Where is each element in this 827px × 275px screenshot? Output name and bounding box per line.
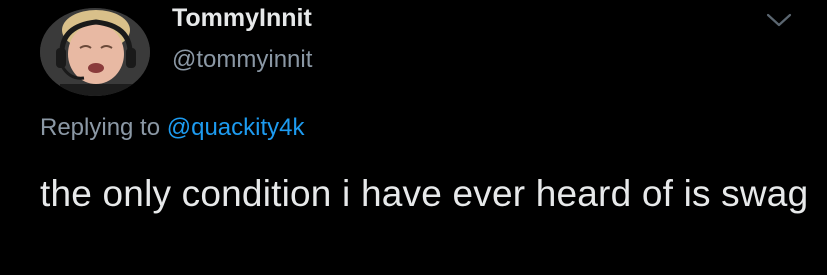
chevron-down-icon[interactable]	[764, 9, 794, 31]
tweet-text: the only condition i have ever heard of …	[40, 173, 809, 214]
tweet: TommyInnit @tommyinnit Replying to @quac…	[0, 0, 827, 275]
replying-to-label: Replying to	[40, 114, 161, 141]
avatar-image	[40, 8, 150, 96]
replying-to: Replying to @quackity4k	[40, 114, 305, 142]
display-name[interactable]: TommyInnit	[172, 4, 312, 33]
reply-mention-link[interactable]: @quackity4k	[167, 114, 305, 141]
user-handle[interactable]: @tommyinnit	[172, 46, 312, 74]
avatar[interactable]	[40, 8, 150, 96]
